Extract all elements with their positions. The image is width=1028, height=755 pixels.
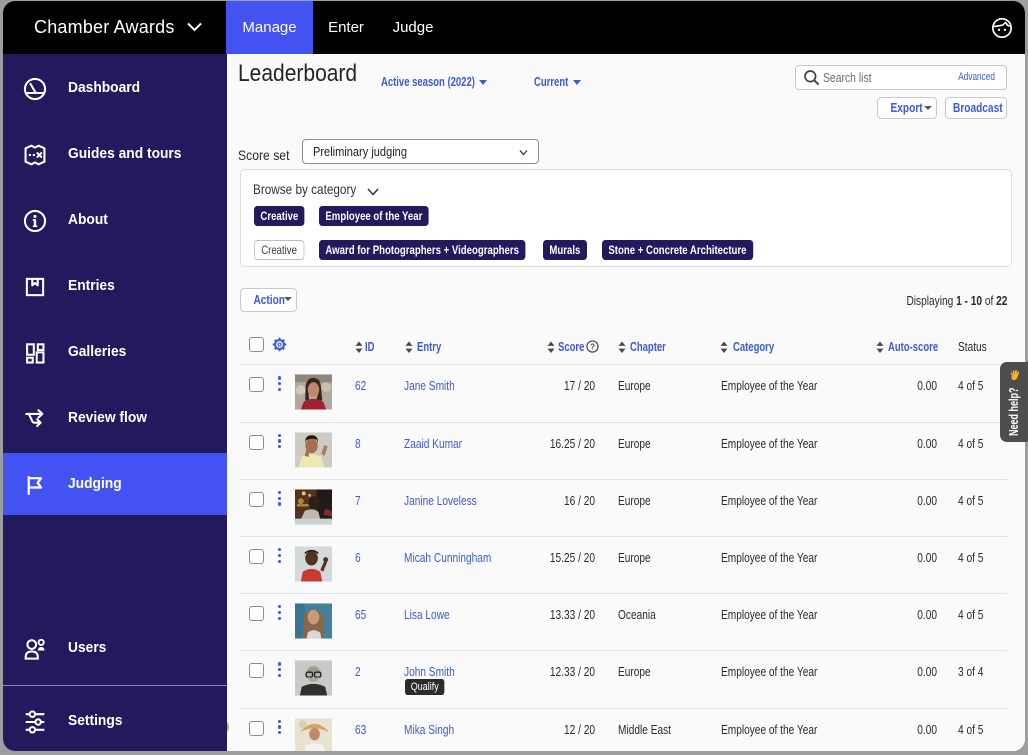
svg-text:?: ? <box>590 342 595 351</box>
